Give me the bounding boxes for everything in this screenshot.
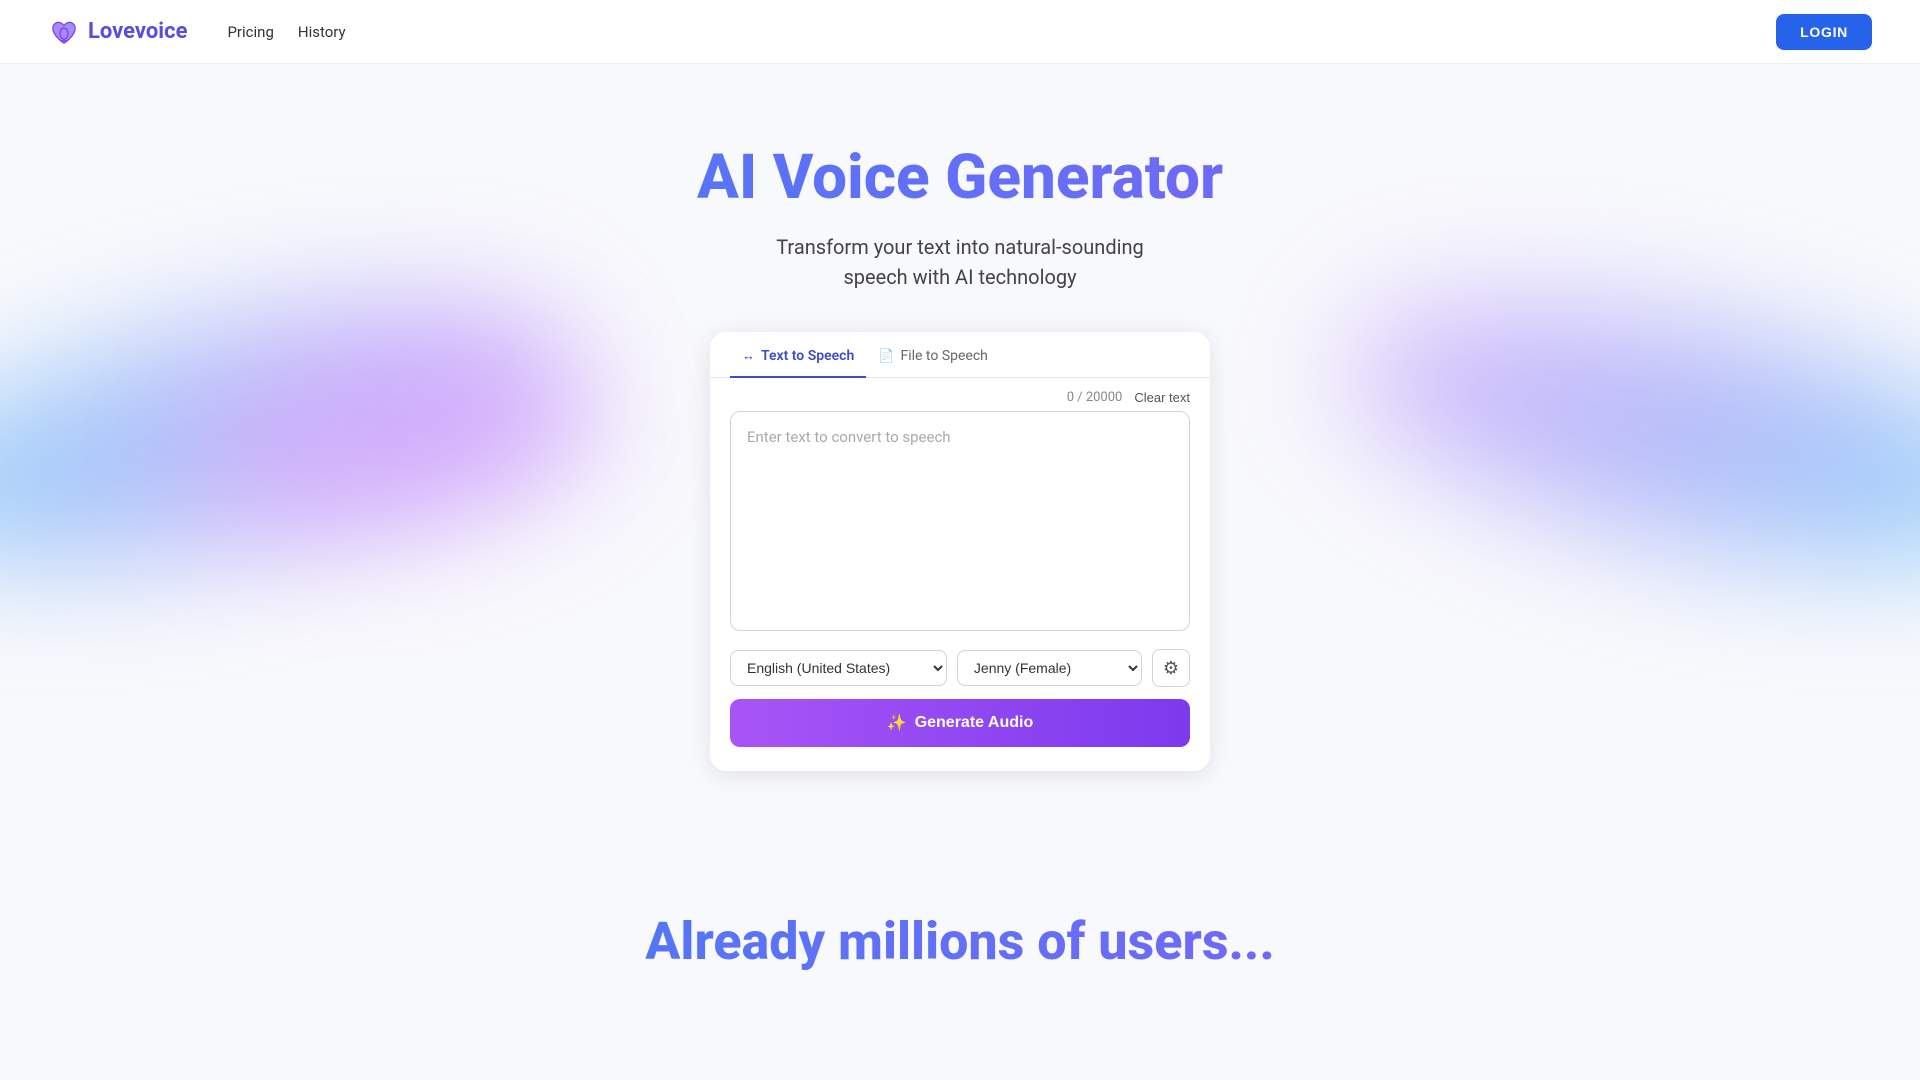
gear-icon: ⚙ [1163, 658, 1179, 679]
hero-subtitle-line2: speech with AI technology [843, 265, 1076, 289]
nav-links: Pricing History [227, 23, 345, 41]
nav-history[interactable]: History [298, 23, 346, 41]
char-counter: 0 / 20000 [1067, 390, 1123, 405]
clear-text-button[interactable]: Clear text [1134, 390, 1190, 405]
hero-title: AI Voice Generator [0, 144, 1920, 212]
hero-subtitle: Transform your text into natural-soundin… [0, 232, 1920, 292]
tabs-bar: ↔ Text to Speech 📄 File to Speech [710, 332, 1210, 378]
hero-section: AI Voice Generator Transform your text i… [0, 64, 1920, 831]
language-select[interactable]: English (United States) English (United … [730, 650, 947, 686]
hero-subtitle-line1: Transform your text into natural-soundin… [776, 235, 1144, 259]
lovevoice-logo-icon [48, 16, 80, 48]
tab-file-to-speech-label: File to Speech [900, 348, 987, 364]
counter-row: 0 / 20000 Clear text [710, 378, 1210, 411]
generate-audio-button[interactable]: ✨ Generate Audio [730, 699, 1190, 747]
tab-file-to-speech[interactable]: 📄 File to Speech [866, 332, 1000, 378]
file-icon: 📄 [878, 349, 894, 364]
bottom-section: Already millions of users... [0, 831, 1920, 1012]
navbar-left: Lovevoice Pricing History [48, 16, 346, 48]
bottom-title: Already millions of users... [0, 911, 1920, 972]
textarea-wrapper [710, 411, 1210, 635]
nav-pricing[interactable]: Pricing [227, 23, 273, 41]
voice-select[interactable]: Jenny (Female) Guy (Male) Aria (Female) … [957, 650, 1142, 686]
sparkles-icon: ✨ [887, 713, 907, 733]
text-icon: ↔ [742, 348, 755, 364]
login-button[interactable]: LOGIN [1776, 14, 1872, 50]
speech-textarea[interactable] [730, 411, 1190, 631]
main-card-container: ↔ Text to Speech 📄 File to Speech 0 / 20… [0, 332, 1920, 771]
main-card: ↔ Text to Speech 📄 File to Speech 0 / 20… [710, 332, 1210, 771]
generate-button-wrapper: ✨ Generate Audio [710, 687, 1210, 747]
brand-name: Lovevoice [88, 19, 187, 44]
brand-logo-link[interactable]: Lovevoice [48, 16, 187, 48]
settings-button[interactable]: ⚙ [1152, 649, 1190, 687]
tab-text-to-speech[interactable]: ↔ Text to Speech [730, 332, 866, 378]
tab-text-to-speech-label: Text to Speech [761, 348, 854, 364]
navbar: Lovevoice Pricing History LOGIN [0, 0, 1920, 64]
generate-audio-label: Generate Audio [915, 714, 1034, 732]
controls-row: English (United States) English (United … [710, 635, 1210, 687]
